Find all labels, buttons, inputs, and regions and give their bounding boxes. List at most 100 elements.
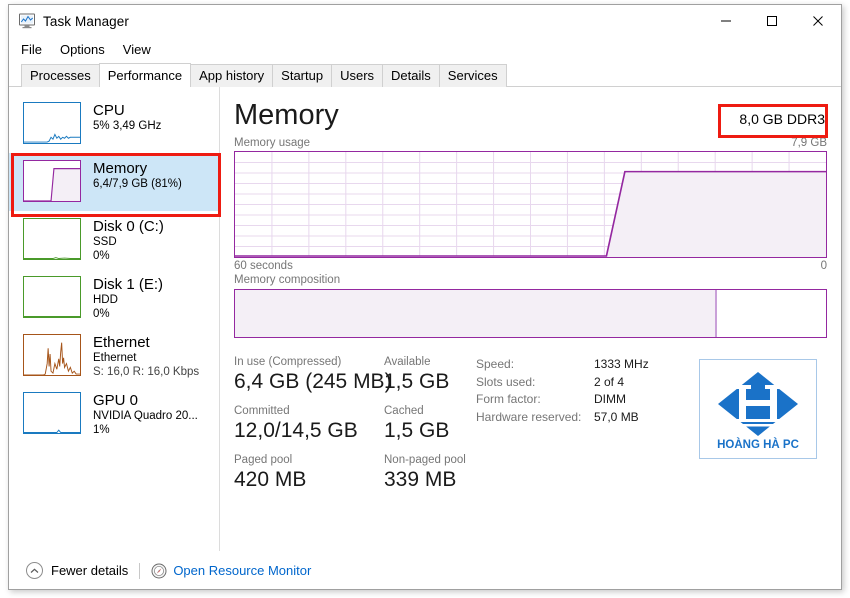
- memory-detail-panel: Memory 8,0 GB DDR3 Memory usage 7,9 GB: [220, 87, 841, 551]
- ethernet-thumbnail-graph: [23, 334, 81, 376]
- resource-monitor-icon: [151, 563, 167, 579]
- cpu-stats: 5% 3,49 GHz: [93, 119, 161, 133]
- spec-speed-value: 1333 MHz: [594, 356, 649, 374]
- stat-cached-label: Cached: [384, 404, 476, 418]
- disk0-type: SSD: [93, 235, 164, 249]
- cpu-thumbnail-graph: [23, 102, 81, 144]
- sidebar-item-memory[interactable]: Memory 6,4/7,9 GB (81%): [9, 153, 219, 211]
- tab-startup[interactable]: Startup: [272, 64, 332, 87]
- stat-row-2: Committed 12,0/14,5 GB Cached 1,5 GB: [234, 404, 476, 444]
- usage-max-label: 7,9 GB: [791, 137, 827, 149]
- sidebar-item-disk0[interactable]: Disk 0 (C:) SSD 0%: [9, 211, 219, 269]
- stat-in-use-value: 6,4 GB (245 MB): [234, 369, 384, 395]
- tab-performance[interactable]: Performance: [99, 63, 191, 87]
- disk0-thumbnail-graph: [23, 218, 81, 260]
- sidebar-item-disk1[interactable]: Disk 1 (E:) HDD 0%: [9, 269, 219, 327]
- composition-divider: [715, 290, 717, 337]
- tab-processes[interactable]: Processes: [21, 64, 100, 87]
- stat-in-use: In use (Compressed) 6,4 GB (245 MB): [234, 355, 384, 395]
- disk1-type: HDD: [93, 293, 163, 307]
- fewer-details-button[interactable]: Fewer details: [26, 562, 128, 579]
- tab-details[interactable]: Details: [382, 64, 440, 87]
- minimize-button[interactable]: [703, 5, 749, 37]
- stat-row-1: In use (Compressed) 6,4 GB (245 MB) Avai…: [234, 355, 476, 395]
- gpu0-name: GPU 0: [93, 392, 198, 409]
- spec-speed-key: Speed:: [476, 356, 594, 374]
- panel-header: Memory 8,0 GB DDR3: [234, 97, 827, 133]
- logo-text: HOÀNG HÀ PC: [717, 438, 799, 451]
- resource-monitor-label: Open Resource Monitor: [173, 563, 311, 578]
- memory-thumbnail-graph: [23, 160, 81, 202]
- memory-composition-bar[interactable]: [234, 289, 827, 338]
- spec-slots-key: Slots used:: [476, 374, 594, 392]
- usage-caption-row: Memory usage 7,9 GB: [234, 137, 827, 149]
- memory-stats-area: In use (Compressed) 6,4 GB (245 MB) Avai…: [234, 355, 827, 502]
- usage-axis-row: 60 seconds 0: [234, 260, 827, 272]
- disk1-labels: Disk 1 (E:) HDD 0%: [93, 276, 163, 321]
- cpu-labels: CPU 5% 3,49 GHz: [93, 102, 161, 133]
- tab-services[interactable]: Services: [439, 64, 507, 87]
- stat-committed-value: 12,0/14,5 GB: [234, 418, 384, 444]
- memory-stats: 6,4/7,9 GB (81%): [93, 177, 182, 191]
- tab-strip: Processes Performance App history Startu…: [9, 63, 841, 87]
- stat-available: Available 1,5 GB: [384, 355, 476, 395]
- spec-slots: Slots used: 2 of 4: [476, 374, 691, 392]
- stat-non-paged-pool-value: 339 MB: [384, 467, 476, 493]
- composition-caption: Memory composition: [234, 274, 827, 286]
- ethernet-throughput: S: 16,0 R: 16,0 Kbps: [93, 365, 199, 379]
- stat-committed: Committed 12,0/14,5 GB: [234, 404, 384, 444]
- close-button[interactable]: [795, 5, 841, 37]
- menu-file[interactable]: File: [21, 40, 51, 60]
- disk1-name: Disk 1 (E:): [93, 276, 163, 293]
- memory-spec-badge: 8,0 GB DDR3: [739, 111, 827, 127]
- stat-available-label: Available: [384, 355, 476, 369]
- spec-form-factor-key: Form factor:: [476, 391, 594, 409]
- chevron-up-icon: [26, 562, 43, 579]
- stat-non-paged-pool: Non-paged pool 339 MB: [384, 453, 476, 493]
- spec-hardware-reserved: Hardware reserved: 57,0 MB: [476, 409, 691, 427]
- sidebar-item-cpu[interactable]: CPU 5% 3,49 GHz: [9, 95, 219, 153]
- stat-non-paged-pool-label: Non-paged pool: [384, 453, 476, 467]
- gpu0-thumbnail-graph: [23, 392, 81, 434]
- composition-in-use-segment: [235, 290, 715, 337]
- disk1-usage: 0%: [93, 307, 163, 321]
- spec-form-factor: Form factor: DIMM: [476, 391, 691, 409]
- spec-slots-value: 2 of 4: [594, 374, 624, 392]
- sidebar-item-gpu0[interactable]: GPU 0 NVIDIA Quadro 20... 1%: [9, 385, 219, 443]
- memory-stats-grid: In use (Compressed) 6,4 GB (245 MB) Avai…: [234, 355, 476, 502]
- memory-labels: Memory 6,4/7,9 GB (81%): [93, 160, 182, 191]
- tab-users[interactable]: Users: [331, 64, 383, 87]
- resource-sidebar: CPU 5% 3,49 GHz Memory 6,4/7,9 GB (81%): [9, 87, 220, 551]
- stat-cached: Cached 1,5 GB: [384, 404, 476, 444]
- memory-name: Memory: [93, 160, 182, 177]
- cpu-name: CPU: [93, 102, 161, 119]
- sidebar-item-ethernet[interactable]: Ethernet Ethernet S: 16,0 R: 16,0 Kbps: [9, 327, 219, 385]
- spec-hardware-reserved-value: 57,0 MB: [594, 409, 639, 427]
- window-controls: [703, 5, 841, 37]
- open-resource-monitor-link[interactable]: Open Resource Monitor: [151, 563, 311, 579]
- window-title: Task Manager: [43, 14, 129, 29]
- stat-cached-value: 1,5 GB: [384, 418, 476, 444]
- task-manager-window: Task Manager File Options View Processes: [8, 4, 842, 590]
- page-title: Memory: [234, 97, 339, 133]
- gpu0-labels: GPU 0 NVIDIA Quadro 20... 1%: [93, 392, 198, 437]
- hoang-ha-pc-logo: HOÀNG HÀ PC: [699, 359, 817, 459]
- menu-options[interactable]: Options: [60, 40, 114, 60]
- status-divider: [139, 563, 140, 579]
- tab-app-history[interactable]: App history: [190, 64, 273, 87]
- stat-paged-pool-value: 420 MB: [234, 467, 384, 493]
- memory-usage-chart: [234, 151, 827, 258]
- task-manager-icon: [18, 12, 36, 30]
- screenshot-root: Task Manager File Options View Processes: [0, 0, 850, 598]
- status-bar: Fewer details Open Resource Monitor: [9, 551, 841, 589]
- menu-view[interactable]: View: [123, 40, 160, 60]
- ethernet-name: Ethernet: [93, 334, 199, 351]
- stat-committed-label: Committed: [234, 404, 384, 418]
- maximize-button[interactable]: [749, 5, 795, 37]
- fewer-details-label: Fewer details: [51, 563, 128, 578]
- time-axis-right: 0: [821, 260, 827, 272]
- stat-paged-pool: Paged pool 420 MB: [234, 453, 384, 493]
- menu-bar: File Options View: [9, 37, 841, 63]
- stat-available-value: 1,5 GB: [384, 369, 476, 395]
- disk1-thumbnail-graph: [23, 276, 81, 318]
